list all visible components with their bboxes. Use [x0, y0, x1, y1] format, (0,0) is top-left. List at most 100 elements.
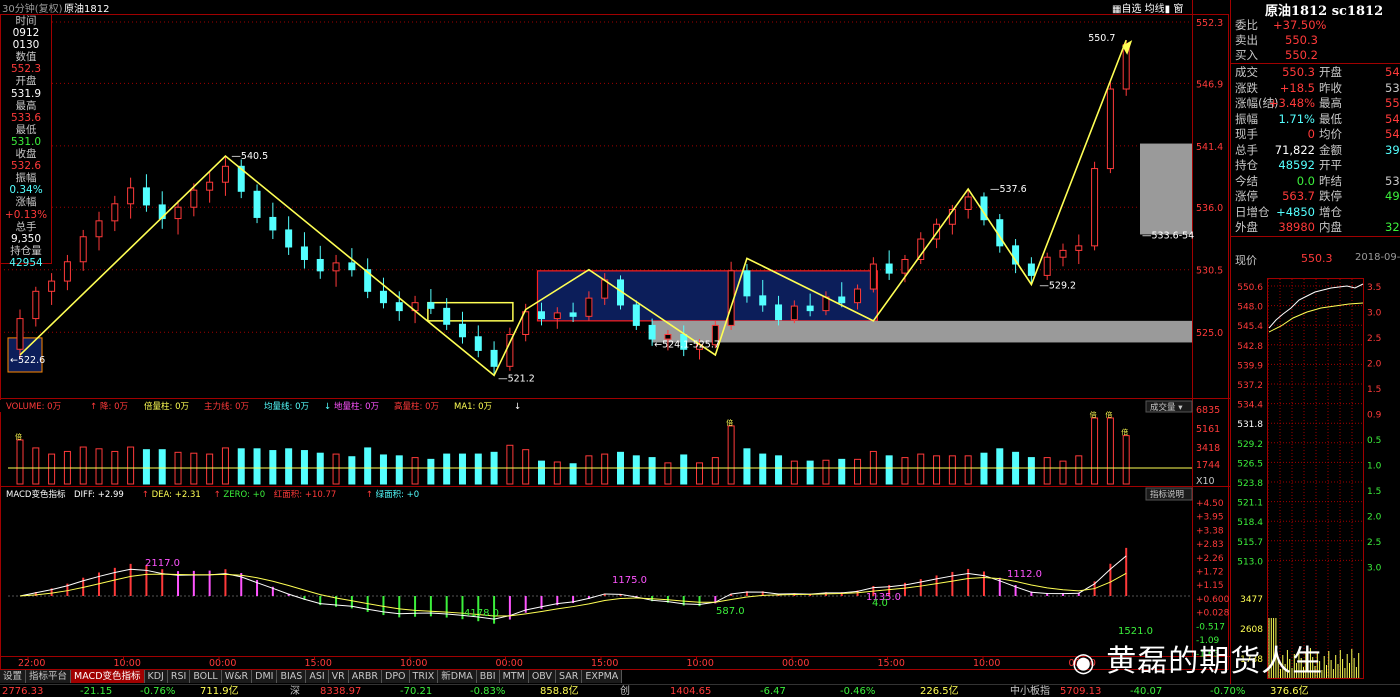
volume-legend-item: ↓ — [514, 402, 521, 412]
quote-grid-row: 外盘 38980 内盘 328 — [1233, 220, 1400, 235]
candle-body — [48, 280, 56, 292]
indicator-tab[interactable]: SAR — [556, 670, 583, 683]
quote-grid-row: 成交 550.3 开盘 54 — [1233, 65, 1400, 80]
quote-value: 0.0 — [1296, 173, 1315, 188]
macd-legend-item: 绿面积: +0 — [376, 489, 420, 500]
volume-bar — [300, 450, 308, 485]
price-axis-label: 546.9 — [1196, 79, 1223, 90]
quote-value: 54 — [1385, 65, 1400, 79]
indicator-tab[interactable]: DMI — [252, 670, 278, 683]
macd-axis-label: +0.600 — [1196, 595, 1230, 605]
macd-diff-line — [19, 555, 1127, 620]
indicator-tab[interactable]: DPO — [382, 670, 410, 683]
macd-legend-item: ↑ — [366, 490, 373, 500]
quote-label: 内盘 — [1319, 220, 1342, 234]
quote-value: 55 — [1385, 96, 1400, 110]
bar-info-row: 533.6 — [10, 111, 42, 124]
quote-value: 71,822 — [1274, 142, 1315, 157]
status-item: 1404.65 — [670, 686, 712, 697]
candle-body — [458, 323, 466, 338]
indicator-tab[interactable]: KDJ — [144, 670, 168, 683]
indicator-tab[interactable]: 指标平台 — [26, 670, 72, 683]
candle-body — [95, 220, 103, 238]
macd-area-label: 1175.0 — [612, 575, 647, 586]
volume-bar — [364, 447, 372, 485]
indicator-tab[interactable]: BIAS — [277, 670, 307, 683]
mini-right-axis-label: 0.5 — [1367, 436, 1381, 446]
main-chart[interactable]: 552.3 546.9 541.4 536.0 530.5 525.0 —540.5 —521… — [0, 0, 1230, 684]
indicator-tab[interactable]: ASI — [306, 670, 329, 683]
pivot-label-high: —540.5 — [231, 151, 268, 162]
pivot-label-last: 550.7 — [1088, 33, 1115, 44]
quote-label: 现手 — [1235, 127, 1258, 141]
volume-legend-item: 地量柱: 0万 — [334, 401, 379, 412]
volume-bar — [601, 453, 609, 485]
mini-right-axis-label: 2.0 — [1367, 360, 1382, 370]
quote-value: 54 — [1385, 111, 1400, 126]
quote-label: 最高 — [1319, 96, 1342, 110]
mini-price-label: 现价 — [1235, 254, 1257, 267]
indicator-tab[interactable]: RSI — [167, 670, 191, 683]
status-item: -70.21 — [400, 686, 433, 697]
indicator-tab[interactable]: BOLL — [190, 670, 222, 683]
indicator-tab[interactable]: VR — [328, 670, 349, 683]
weibi-value: +37.50% — [1273, 18, 1327, 32]
indicator-tab[interactable]: 新DMA — [438, 670, 477, 683]
mini-left-axis-label: 542.8 — [1237, 342, 1263, 352]
indicator-tab[interactable]: 设置 — [0, 670, 27, 683]
pivot-label-low: —521.2 — [498, 373, 535, 384]
candle-body — [917, 238, 925, 260]
quote-label: 振幅 — [1235, 111, 1258, 126]
mini-left-axis-label: 545.4 — [1237, 322, 1263, 332]
status-item: 376.6亿 — [1270, 686, 1309, 697]
status-item: 创 — [620, 686, 630, 697]
quote-value: 53 — [1385, 80, 1400, 95]
indicator-tab[interactable]: MACD变色指标 — [71, 670, 145, 683]
mini-left-axis-label: 2608 — [1240, 625, 1263, 635]
status-item: -0.83% — [470, 686, 506, 697]
volume-double-marker: 倍 — [1121, 428, 1128, 437]
quote-label: 涨跌 — [1235, 80, 1258, 95]
mini-left-axis-label: 3477 — [1240, 595, 1263, 605]
volume-bar — [1075, 455, 1083, 485]
volume-bar — [79, 446, 87, 485]
quote-label: 涨停 — [1235, 189, 1258, 203]
candle-body — [790, 305, 798, 321]
candle-body — [1059, 249, 1067, 258]
quote-panel: 原油1812 sc1812 委比 +37.50% 卖出 550.3 买入 550… — [1230, 0, 1400, 697]
mini-left-axis-label: 534.4 — [1237, 401, 1263, 411]
weibi-row: 委比 +37.50% — [1235, 18, 1327, 32]
quote-value: 48592 — [1278, 158, 1315, 172]
volume-double-marker: 倍 — [1105, 410, 1112, 419]
zone-label: ←524.1-525.7 — [654, 340, 720, 351]
mini-left-axis-label: 548.0 — [1237, 303, 1263, 313]
volume-bar — [885, 455, 893, 485]
indicator-tab[interactable]: W&R — [221, 670, 253, 683]
quote-value: 1.71% — [1278, 111, 1315, 126]
pivot-label-high2: —537.6 — [990, 184, 1027, 195]
bar-info-row: 总手 — [15, 220, 37, 233]
mini-intraday-chart[interactable]: 550.6 548.0 545.4 542.8 539.9 537.2 534.4 531.8… — [1231, 270, 1400, 684]
bar-info-row: 涨幅 — [15, 196, 37, 209]
volume-double-marker: 倍 — [726, 418, 733, 427]
candle-body — [395, 302, 403, 312]
volume-bar — [696, 462, 704, 485]
bid-price: 550.2 — [1285, 48, 1318, 62]
candle-body — [901, 258, 909, 274]
quote-grid-row: 日增仓 +4850 增仓 — [1233, 205, 1400, 220]
quote-value: +4850 — [1276, 204, 1315, 219]
status-item: 226.5亿 — [920, 686, 959, 697]
volume-bar — [854, 458, 862, 485]
volume-bar — [838, 458, 846, 485]
time-axis-label: 22:00 — [18, 658, 45, 669]
indicator-tab[interactable]: OBV — [528, 670, 557, 683]
indicator-tab[interactable]: ARBR — [348, 670, 382, 683]
indicator-tab[interactable]: MTM — [499, 670, 529, 683]
volume-bar — [585, 455, 593, 485]
indicator-tab[interactable]: BBI — [476, 670, 500, 683]
pivot-label-start: ←522.6 — [10, 355, 45, 366]
indicator-tab[interactable]: EXPMA — [582, 670, 623, 683]
indicator-tab[interactable]: TRIX — [409, 670, 439, 683]
volume-bar — [395, 455, 403, 485]
price-axis-label: 536.0 — [1196, 203, 1223, 214]
